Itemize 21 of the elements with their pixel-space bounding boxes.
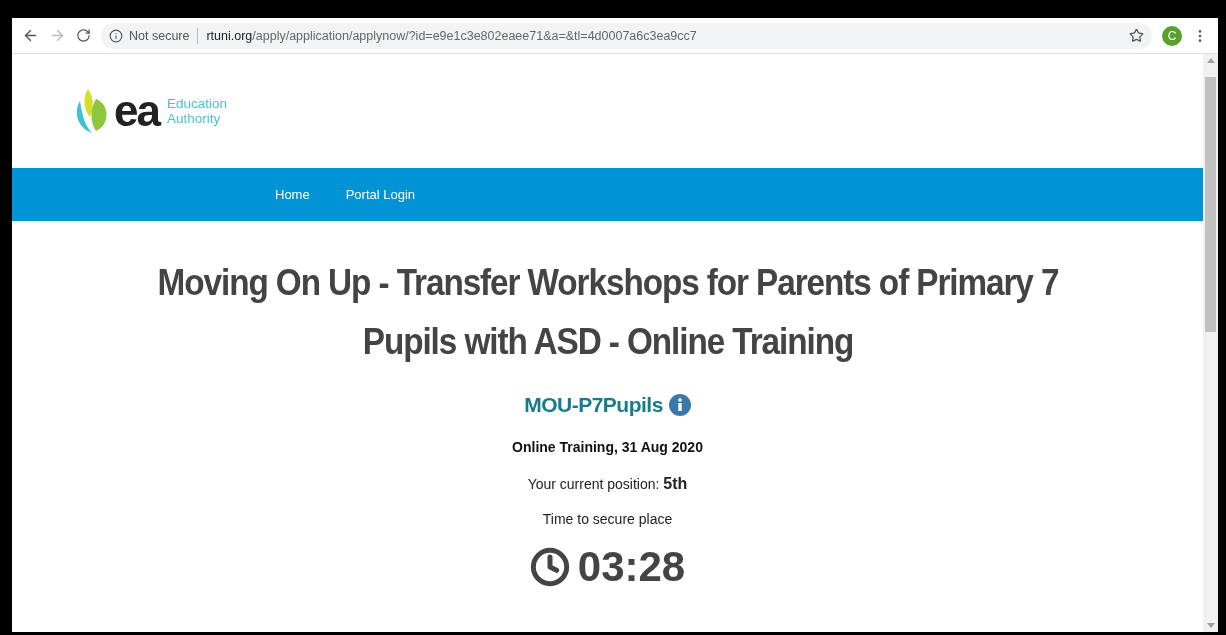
bookmark-star-icon[interactable] <box>1129 28 1144 43</box>
profile-avatar[interactable]: C <box>1162 25 1182 46</box>
clock-icon <box>529 547 570 587</box>
back-button[interactable] <box>22 27 39 44</box>
security-label: Not secure <box>129 28 190 43</box>
countdown-timer: 03:28 <box>577 543 686 591</box>
logo-name: Education Authority <box>166 96 227 126</box>
url-text: rtuni.org/apply/application/applynow/?id=e9e1c3e802eaee71&a=&tl=4d0007a6c3ea9cc7 <box>206 28 697 43</box>
course-code: MOU-P7Pupils <box>524 393 663 417</box>
scrollbar[interactable] <box>1203 54 1218 632</box>
timer-label: Time to secure place <box>542 511 673 527</box>
page-title: Moving On Up - Transfer Workshops for Parents of Primary 7 Pupils with ASD - Online Training <box>156 261 1059 364</box>
session-date: Online Training, 31 Aug 2020 <box>512 439 703 455</box>
queue-position: Your current position: 5th <box>527 475 688 493</box>
logo-mark: ea <box>114 89 159 133</box>
reload-button[interactable] <box>76 28 91 43</box>
address-bar[interactable]: Not secure rtuni.org/apply/application/applynow/?id=e9e1c3e802eaee71&a=&tl=4d0007a6c3ea9cc7 <box>101 22 1152 49</box>
info-icon <box>109 28 123 43</box>
nav-link[interactable]: Portal Login <box>345 187 416 202</box>
nav-link[interactable]: Home <box>275 187 310 202</box>
info-icon[interactable] <box>668 394 691 416</box>
